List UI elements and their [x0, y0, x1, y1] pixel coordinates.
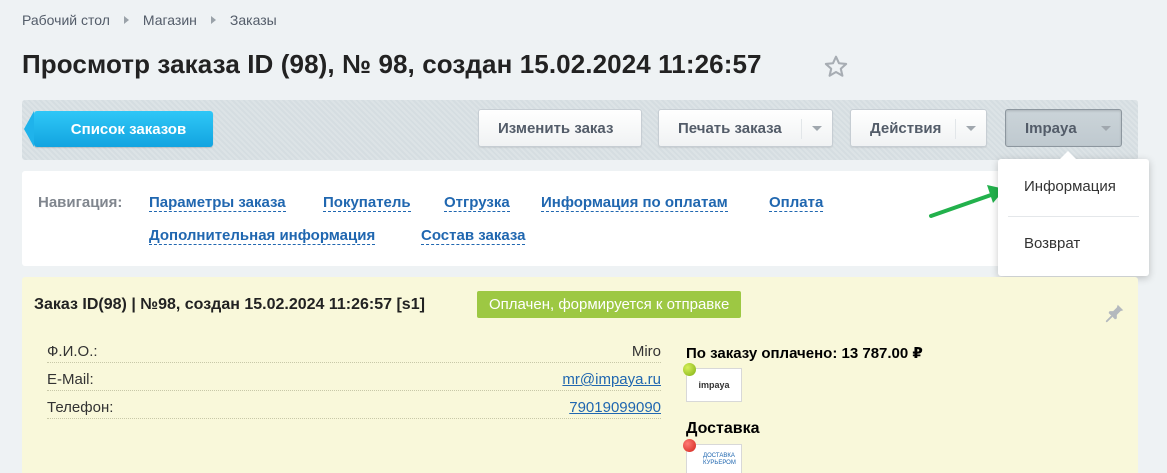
phone-link[interactable]: 79019099090 — [569, 399, 661, 416]
button-divider — [801, 119, 802, 139]
field-row-name: Ф.И.О.: Miro — [47, 339, 661, 363]
nav-link-payment[interactable]: Оплата — [769, 194, 824, 212]
print-order-label: Печать заказа — [678, 119, 782, 137]
toolbar: Список заказов Изменить заказ Печать зак… — [22, 100, 1138, 160]
impaya-button[interactable]: Impaya — [1005, 109, 1122, 147]
edit-order-label: Изменить заказ — [498, 119, 614, 137]
page-title: Просмотр заказа ID (98), № 98, создан 15… — [22, 49, 762, 79]
actions-button[interactable]: Действия — [850, 109, 987, 147]
field-row-email: E-Mail: mr@impaya.ru — [47, 367, 661, 391]
field-row-phone: Телефон: 79019099090 — [47, 395, 661, 419]
chevron-down-icon — [966, 126, 976, 131]
nav-link-buyer[interactable]: Покупатель — [323, 194, 411, 212]
paid-amount: По заказу оплачено: 13 787.00 ₽ — [686, 345, 923, 362]
print-order-button[interactable]: Печать заказа — [658, 109, 833, 147]
nav-link-order-params[interactable]: Параметры заказа — [149, 194, 286, 212]
star-icon[interactable] — [822, 53, 850, 81]
menu-item-refund[interactable]: Возврат — [1024, 235, 1080, 252]
field-label-name: Ф.И.О.: — [47, 343, 98, 360]
chevron-down-icon — [812, 126, 822, 131]
email-link[interactable]: mr@impaya.ru — [562, 371, 661, 388]
actions-label: Действия — [870, 119, 942, 137]
order-header: Заказ ID(98) | №98, создан 15.02.2024 11… — [34, 296, 425, 313]
impaya-logo-text: impaya — [698, 380, 730, 390]
order-panel: Заказ ID(98) | №98, создан 15.02.2024 11… — [22, 277, 1138, 473]
chevron-down-icon — [1101, 126, 1111, 131]
field-label-email: E-Mail: — [47, 371, 94, 388]
nav-link-shipment[interactable]: Отгрузка — [444, 194, 510, 212]
navigation-label: Навигация: — [38, 194, 123, 211]
button-divider — [955, 119, 956, 139]
status-badge: Оплачен, формируется к отправке — [477, 291, 742, 318]
nav-link-payment-info[interactable]: Информация по оплатам — [541, 194, 728, 212]
delivery-status-dot — [683, 439, 696, 452]
breadcrumb-orders[interactable]: Заказы — [230, 12, 277, 28]
order-list-button[interactable]: Список заказов — [24, 111, 213, 147]
field-value-name: Miro — [631, 343, 661, 360]
payment-status-dot — [683, 363, 696, 376]
impaya-dropdown-menu: Информация Возврат — [998, 151, 1149, 276]
delivery-title: Доставка — [686, 420, 760, 437]
breadcrumb-shop[interactable]: Магазин — [143, 12, 197, 28]
breadcrumb-separator-icon — [123, 16, 129, 24]
nav-link-additional-info[interactable]: Дополнительная информация — [149, 227, 376, 245]
menu-divider — [1008, 216, 1139, 217]
nav-link-order-items[interactable]: Состав заказа — [421, 227, 526, 245]
menu-item-information[interactable]: Информация — [1024, 178, 1116, 195]
breadcrumb-desktop[interactable]: Рабочий стол — [22, 12, 110, 28]
delivery-logo-text: ДОСТАВКА КУРЬЕРОМ — [703, 453, 736, 466]
pin-icon[interactable] — [1104, 302, 1126, 324]
edit-order-button[interactable]: Изменить заказ — [478, 109, 642, 147]
breadcrumb: Рабочий стол Магазин Заказы — [22, 12, 277, 28]
impaya-label: Impaya — [1025, 119, 1077, 137]
field-label-phone: Телефон: — [47, 399, 114, 416]
breadcrumb-separator-icon — [210, 16, 216, 24]
